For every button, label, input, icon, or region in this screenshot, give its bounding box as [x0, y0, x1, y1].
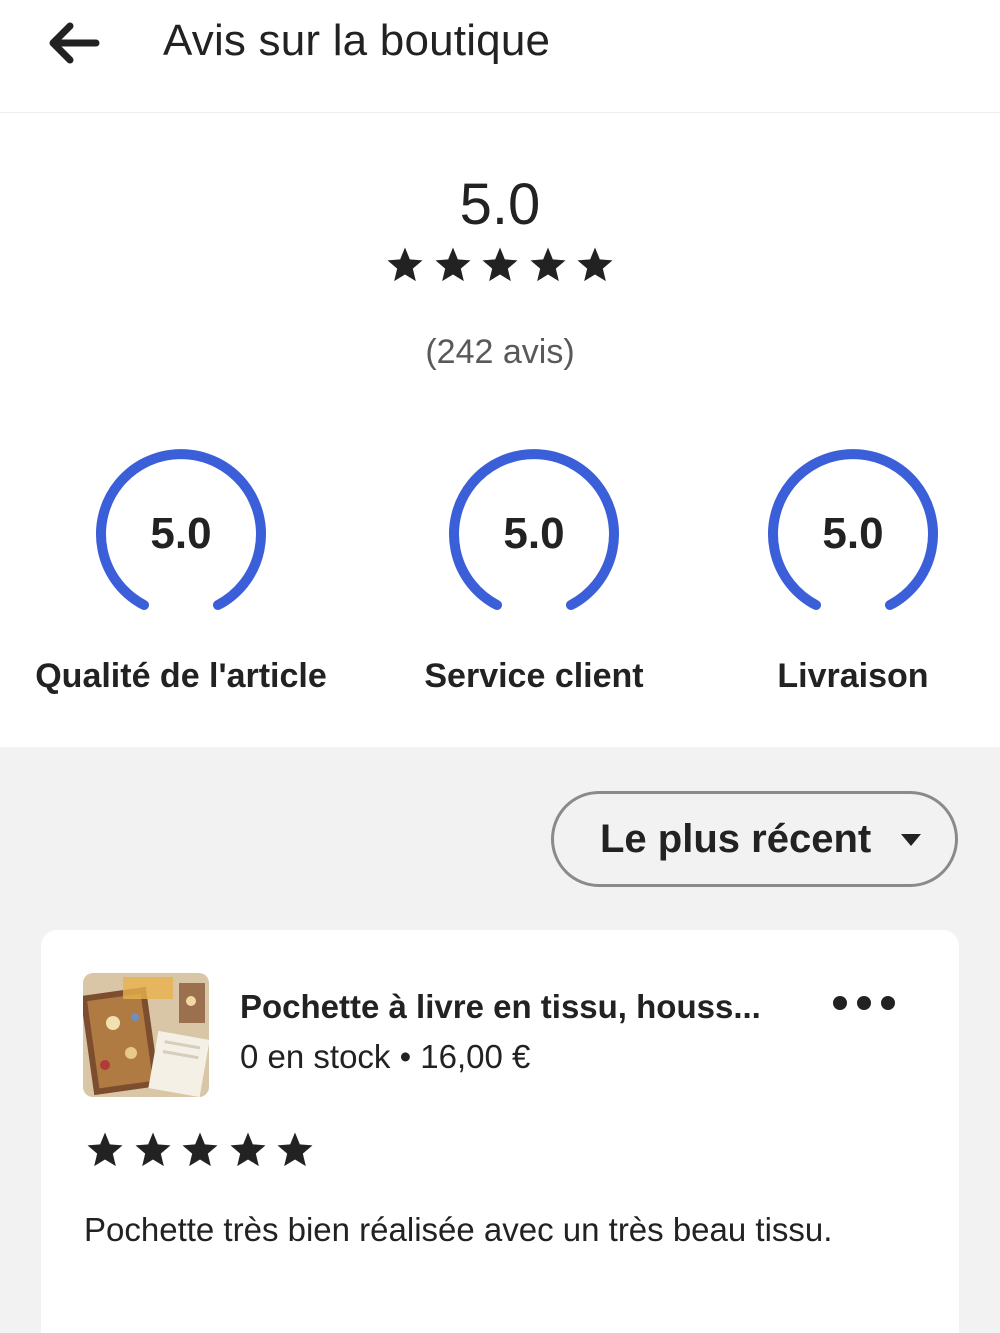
more-horizontal-icon [881, 996, 895, 1010]
arrow-left-icon [49, 22, 100, 64]
review-text: Pochette très bien réalisée avec un très… [84, 1211, 833, 1248]
gauge-item-service: 5.0 Service client [364, 449, 704, 709]
gauge-label: Qualité de l'article [35, 657, 327, 695]
gauge-value: 5.0 [150, 509, 212, 558]
reviews-section: Le plus récent Pochette à livre en tissu… [0, 747, 1000, 1333]
gauge-item-delivery: 5.0 Livraison [683, 449, 1000, 709]
star-icon [435, 247, 470, 282]
app-header: Avis sur la boutique [0, 0, 1000, 113]
item-stock-price: 0 en stock • 16,00 € [240, 1038, 531, 1075]
star-icon [230, 1132, 265, 1167]
average-stars [385, 245, 615, 291]
item-photo [83, 973, 209, 1097]
more-horizontal-icon [857, 996, 871, 1010]
gauge-value: 5.0 [822, 509, 884, 558]
star-icon [482, 247, 518, 282]
caret-down-icon [901, 834, 921, 846]
review-card: Pochette à livre en tissu, houss... 0 en… [41, 930, 959, 1333]
more-horizontal-icon [833, 996, 847, 1010]
gauge-label: Service client [424, 657, 644, 695]
star-icon [277, 1132, 313, 1167]
star-icon [577, 247, 613, 282]
back-button[interactable] [36, 10, 108, 76]
star-icon [530, 247, 565, 282]
rating-summary: 5.0 (242 avis) 5.0 Qualité de l'article … [0, 113, 1000, 747]
average-rating: 5.0 [459, 172, 541, 237]
star-icon [135, 1132, 170, 1167]
gauge-label: Livraison [777, 657, 929, 695]
star-icon [87, 1132, 123, 1167]
sort-label: Le plus récent [600, 816, 872, 861]
gauge-value: 5.0 [503, 509, 565, 558]
more-options-button[interactable] [833, 988, 895, 1018]
star-icon [387, 247, 423, 282]
gauge-item-quality: 5.0 Qualité de l'article [11, 449, 351, 709]
sort-dropdown[interactable]: Le plus récent [551, 791, 958, 887]
item-thumbnail[interactable] [83, 973, 209, 1097]
item-title-link[interactable]: Pochette à livre en tissu, houss... [240, 988, 761, 1026]
review-count: (242 avis) [425, 333, 575, 371]
page-title: Avis sur la boutique [163, 16, 551, 65]
star-icon [182, 1132, 218, 1167]
review-stars [85, 1130, 315, 1174]
